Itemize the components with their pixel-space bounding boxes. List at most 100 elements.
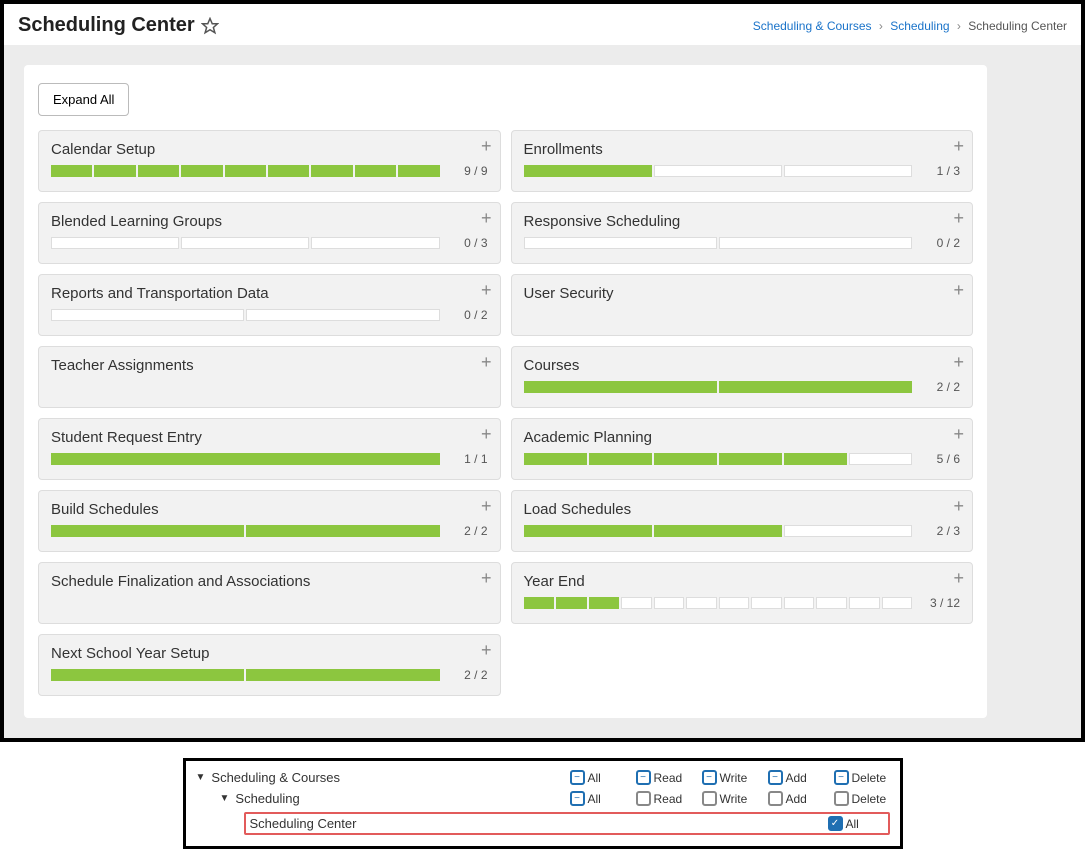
progress-segment <box>589 597 620 609</box>
progress-count: 2 / 2 <box>448 524 488 538</box>
plus-icon[interactable]: + <box>481 425 492 443</box>
tile[interactable]: Calendar Setup+9 / 9 <box>38 130 501 192</box>
perm-checkbox-item[interactable]: −Add <box>768 770 824 785</box>
progress-row: 9 / 9 <box>51 164 488 178</box>
tile[interactable]: Year End+3 / 12 <box>511 562 974 624</box>
tree-expand-icon[interactable]: ▼ <box>196 772 206 783</box>
progress-segment <box>751 597 782 609</box>
tile[interactable]: Enrollments+1 / 3 <box>511 130 974 192</box>
tile[interactable]: Teacher Assignments+ <box>38 346 501 408</box>
expand-all-button[interactable]: Expand All <box>38 83 129 116</box>
tiles-grid: Calendar Setup+9 / 9Enrollments+1 / 3Ble… <box>38 130 973 696</box>
progress-segment <box>94 165 135 177</box>
checkbox-icon[interactable]: ✓ <box>828 816 843 831</box>
plus-icon[interactable]: + <box>953 209 964 227</box>
progress-segment <box>398 165 439 177</box>
perm-col-label: All <box>588 792 601 806</box>
plus-icon[interactable]: + <box>953 497 964 515</box>
tile[interactable]: Blended Learning Groups+0 / 3 <box>38 202 501 264</box>
favorite-star-icon[interactable] <box>201 17 219 35</box>
progress-segment <box>784 525 912 537</box>
plus-icon[interactable]: + <box>953 569 964 587</box>
checkbox-icon[interactable] <box>768 791 783 806</box>
checkbox-icon[interactable]: − <box>570 791 585 806</box>
perm-checkbox-item[interactable]: −All <box>570 791 626 806</box>
progress-segment <box>686 597 717 609</box>
plus-icon[interactable]: + <box>481 137 492 155</box>
progress-segments <box>524 453 913 465</box>
progress-segment <box>355 165 396 177</box>
progress-row: 3 / 12 <box>524 596 961 610</box>
tile-title: Teacher Assignments <box>51 357 488 374</box>
tile[interactable]: Schedule Finalization and Associations+ <box>38 562 501 624</box>
tile-title: Load Schedules <box>524 501 961 518</box>
checkbox-icon[interactable]: − <box>768 770 783 785</box>
perm-checkbox-item[interactable]: ✓All <box>828 816 884 831</box>
breadcrumb-mid[interactable]: Scheduling <box>890 19 949 33</box>
progress-segment <box>524 453 587 465</box>
perm-checkbox-item[interactable]: Write <box>702 791 758 806</box>
tile[interactable]: Student Request Entry+1 / 1 <box>38 418 501 480</box>
progress-segments <box>524 237 913 249</box>
progress-count: 1 / 3 <box>920 164 960 178</box>
progress-row: 2 / 2 <box>51 668 488 682</box>
tile[interactable]: Academic Planning+5 / 6 <box>511 418 974 480</box>
progress-segment <box>784 165 912 177</box>
progress-segment <box>524 237 717 249</box>
checkbox-icon[interactable] <box>834 791 849 806</box>
plus-icon[interactable]: + <box>953 281 964 299</box>
progress-segment <box>311 165 352 177</box>
perm-label-text: Scheduling <box>235 791 299 806</box>
checkbox-icon[interactable]: − <box>570 770 585 785</box>
progress-count: 1 / 1 <box>448 452 488 466</box>
perm-label: ▼Scheduling & Courses <box>196 770 570 785</box>
tile[interactable]: Responsive Scheduling+0 / 2 <box>511 202 974 264</box>
perm-label: ▼ Scheduling <box>196 791 570 806</box>
plus-icon[interactable]: + <box>953 353 964 371</box>
progress-count: 2 / 3 <box>920 524 960 538</box>
checkbox-icon[interactable]: − <box>834 770 849 785</box>
plus-icon[interactable]: + <box>953 137 964 155</box>
progress-segments <box>51 453 440 465</box>
progress-row: 2 / 2 <box>524 380 961 394</box>
tile[interactable]: Next School Year Setup+2 / 2 <box>38 634 501 696</box>
tile[interactable]: Build Schedules+2 / 2 <box>38 490 501 552</box>
tile[interactable]: Load Schedules+2 / 3 <box>511 490 974 552</box>
progress-segment <box>621 597 652 609</box>
perm-checkbox-item[interactable]: Add <box>768 791 824 806</box>
perm-row: Scheduling Center✓All <box>196 809 890 838</box>
plus-icon[interactable]: + <box>481 353 492 371</box>
progress-segment <box>719 237 912 249</box>
progress-segment <box>654 597 685 609</box>
tile[interactable]: User Security+ <box>511 274 974 336</box>
perm-col-label: Read <box>654 792 683 806</box>
breadcrumb: Scheduling & Courses › Scheduling › Sche… <box>753 19 1067 33</box>
checkbox-icon[interactable] <box>636 791 651 806</box>
tile[interactable]: Reports and Transportation Data+0 / 2 <box>38 274 501 336</box>
progress-segment <box>849 597 880 609</box>
plus-icon[interactable]: + <box>481 281 492 299</box>
tile[interactable]: Courses+2 / 2 <box>511 346 974 408</box>
checkbox-icon[interactable]: − <box>702 770 717 785</box>
perm-checkbox-item[interactable]: Read <box>636 791 692 806</box>
progress-segment <box>246 669 439 681</box>
perm-checkbox-item[interactable]: −Write <box>702 770 758 785</box>
progress-segment <box>719 453 782 465</box>
progress-segment <box>719 597 750 609</box>
plus-icon[interactable]: + <box>481 497 492 515</box>
checkbox-icon[interactable]: − <box>636 770 651 785</box>
plus-icon[interactable]: + <box>481 209 492 227</box>
tree-expand-icon[interactable]: ▼ <box>220 793 230 804</box>
plus-icon[interactable]: + <box>953 425 964 443</box>
plus-icon[interactable]: + <box>481 641 492 659</box>
progress-segment <box>719 381 912 393</box>
checkbox-icon[interactable] <box>702 791 717 806</box>
perm-checkbox-item[interactable]: −Read <box>636 770 692 785</box>
plus-icon[interactable]: + <box>481 569 492 587</box>
progress-segment <box>849 453 912 465</box>
perm-checkbox-item[interactable]: −Delete <box>834 770 890 785</box>
breadcrumb-root[interactable]: Scheduling & Courses <box>753 19 872 33</box>
progress-row: 2 / 2 <box>51 524 488 538</box>
perm-checkbox-item[interactable]: Delete <box>834 791 890 806</box>
perm-checkbox-item[interactable]: −All <box>570 770 626 785</box>
